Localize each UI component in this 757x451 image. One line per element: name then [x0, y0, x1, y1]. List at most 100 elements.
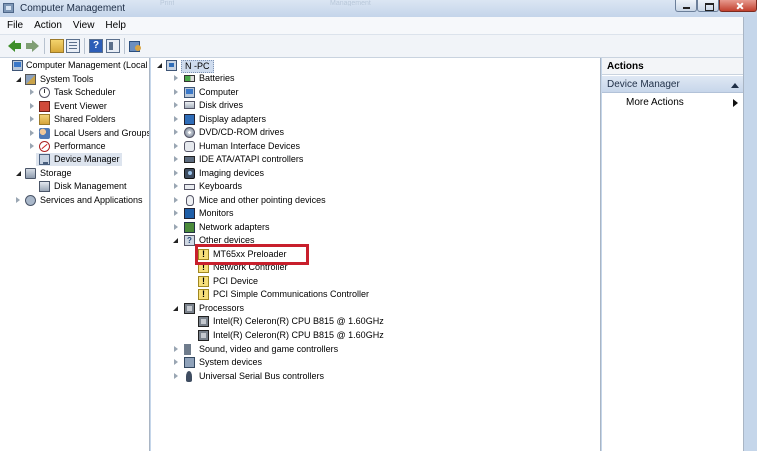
computer-management-icon [3, 3, 14, 13]
keyboard-icon [184, 184, 195, 190]
tree-item-system-tools[interactable]: System Tools [0, 73, 149, 86]
services-icon [25, 195, 36, 206]
tree-item-task-scheduler[interactable]: Task Scheduler [0, 86, 149, 99]
show-hide-console-tree-icon[interactable] [66, 39, 80, 53]
device-category-disk-drives[interactable]: Disk drives [151, 99, 591, 112]
device-category-dvd-cd-rom-drives[interactable]: DVD/CD-ROM drives [151, 126, 591, 139]
usb-icon [186, 371, 192, 382]
device-category-batteries[interactable]: Batteries [151, 72, 591, 85]
device-category-computer[interactable]: Computer [151, 86, 591, 99]
device-pci-simple-communications-controller[interactable]: PCI Simple Communications Controller [151, 288, 591, 301]
device-tree-root[interactable]: N -PC [157, 59, 247, 73]
maximize-button[interactable] [697, 0, 719, 12]
device-category-human-interface-devices[interactable]: Human Interface Devices [151, 140, 591, 153]
other-devices-icon [184, 234, 195, 247]
device-processor-2[interactable]: Intel(R) Celeron(R) CPU B815 @ 1.60GHz [151, 329, 591, 342]
device-category-network-adapters[interactable]: Network adapters [151, 221, 591, 234]
menu-file[interactable]: File [7, 20, 23, 31]
expand-closed-icon[interactable] [174, 116, 178, 122]
device-category-processors[interactable]: Processors [151, 302, 591, 315]
device-category-ide-controllers[interactable]: IDE ATA/ATAPI controllers [151, 153, 591, 166]
device-category-monitors[interactable]: Monitors [151, 207, 591, 220]
minimize-button[interactable] [675, 0, 697, 12]
camera-icon [184, 168, 195, 179]
device-category-usb-controllers[interactable]: Universal Serial Bus controllers [151, 370, 591, 383]
back-arrow-icon[interactable] [8, 39, 22, 53]
expand-open-icon[interactable] [173, 306, 178, 311]
drive-icon [184, 101, 195, 109]
show-hide-action-pane-icon[interactable] [106, 39, 120, 53]
ide-icon [184, 156, 195, 163]
warning-device-icon [198, 288, 209, 301]
background-tab-management: Management [330, 0, 371, 6]
expand-closed-icon[interactable] [30, 103, 34, 109]
window-title: Computer Management [20, 3, 126, 14]
menu-view[interactable]: View [73, 20, 95, 31]
tree-item-services-and-applications[interactable]: Services and Applications [0, 194, 149, 207]
tools-icon [25, 74, 36, 85]
toolbar-separator [124, 38, 125, 54]
expand-open-icon[interactable] [16, 77, 21, 82]
expand-closed-icon[interactable] [174, 129, 178, 135]
collapse-up-icon[interactable] [731, 83, 739, 88]
menu-action[interactable]: Action [34, 20, 62, 31]
expand-open-icon[interactable] [173, 238, 178, 243]
expand-open-icon[interactable] [157, 63, 162, 68]
expand-closed-icon[interactable] [174, 156, 178, 162]
system-devices-icon [184, 357, 195, 368]
users-icon [39, 128, 50, 139]
expand-closed-icon[interactable] [30, 89, 34, 95]
expand-closed-icon[interactable] [16, 197, 20, 203]
more-actions-link[interactable]: More Actions [626, 97, 684, 108]
tree-item-event-viewer[interactable]: Event Viewer [0, 100, 149, 113]
expand-closed-icon[interactable] [174, 102, 178, 108]
monitor-icon [184, 208, 195, 219]
device-category-keyboards[interactable]: Keyboards [151, 180, 591, 193]
device-category-system-devices[interactable]: System devices [151, 356, 591, 369]
device-category-mice[interactable]: Mice and other pointing devices [151, 194, 591, 207]
expand-closed-icon[interactable] [174, 197, 178, 203]
expand-open-icon[interactable] [16, 171, 21, 176]
up-folder-icon[interactable] [50, 39, 64, 53]
menu-help[interactable]: Help [105, 20, 126, 31]
expand-closed-icon[interactable] [174, 373, 178, 379]
tree-item-computer-management[interactable]: Computer Management (Local [0, 59, 149, 72]
close-button[interactable] [719, 0, 757, 12]
expand-closed-icon[interactable] [174, 210, 178, 216]
help-icon[interactable]: ? [89, 39, 103, 53]
tree-item-local-users-and-groups[interactable]: Local Users and Groups [0, 127, 149, 140]
expand-closed-icon[interactable] [174, 183, 178, 189]
device-category-imaging-devices[interactable]: Imaging devices [151, 167, 591, 180]
expand-closed-icon[interactable] [174, 170, 178, 176]
tree-item-performance[interactable]: Performance [0, 140, 149, 153]
device-processor-1[interactable]: Intel(R) Celeron(R) CPU B815 @ 1.60GHz [151, 315, 591, 328]
display-icon [184, 114, 195, 125]
tree-item-device-manager[interactable]: Device Manager [36, 153, 122, 166]
actions-section-device-manager[interactable]: Device Manager [602, 76, 743, 93]
expand-closed-icon[interactable] [30, 116, 34, 122]
forward-arrow-icon[interactable] [25, 39, 39, 53]
expand-closed-icon[interactable] [174, 75, 178, 81]
submenu-arrow-icon[interactable] [733, 99, 738, 107]
sound-icon [184, 344, 195, 355]
device-category-sound-video-game[interactable]: Sound, video and game controllers [151, 343, 591, 356]
expand-closed-icon[interactable] [174, 359, 178, 365]
expand-closed-icon[interactable] [174, 224, 178, 230]
expand-closed-icon[interactable] [30, 143, 34, 149]
expand-closed-icon[interactable] [174, 346, 178, 352]
tree-item-disk-management[interactable]: Disk Management [0, 180, 149, 193]
clock-icon [39, 87, 50, 98]
dvd-icon [184, 127, 195, 138]
tree-item-storage[interactable]: Storage [0, 167, 149, 180]
device-category-display-adapters[interactable]: Display adapters [151, 113, 591, 126]
processor-icon [198, 330, 209, 341]
expand-closed-icon[interactable] [174, 89, 178, 95]
expand-closed-icon[interactable] [174, 143, 178, 149]
device-pci-device[interactable]: PCI Device [151, 275, 591, 288]
window-controls [675, 0, 757, 12]
toolbar-separator [44, 38, 45, 54]
actions-pane: Actions Device Manager More Actions [602, 58, 743, 451]
expand-closed-icon[interactable] [30, 130, 34, 136]
title-bar: Computer Management Print Management [0, 0, 757, 17]
tree-item-shared-folders[interactable]: Shared Folders [0, 113, 149, 126]
